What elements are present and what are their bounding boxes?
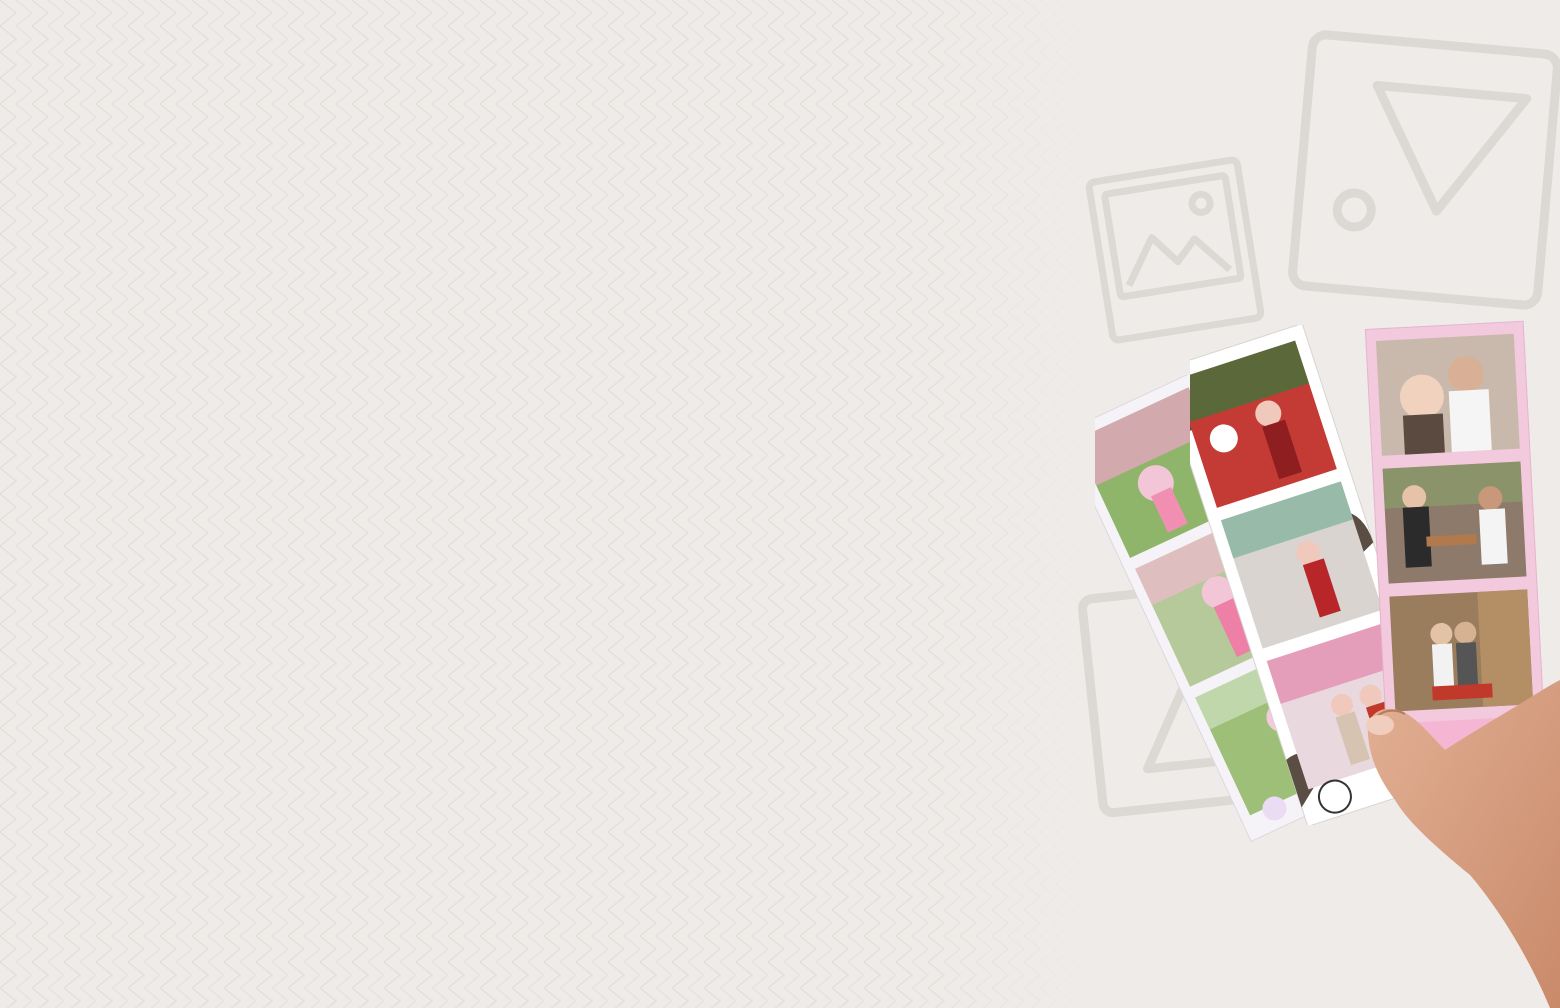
zigzag-background-pattern — [0, 0, 1090, 1008]
hand-holding-strips — [1366, 680, 1560, 1008]
scene — [0, 0, 1560, 1008]
photo-strips-group — [1095, 315, 1560, 1008]
play-triangle-icon — [1288, 30, 1560, 310]
